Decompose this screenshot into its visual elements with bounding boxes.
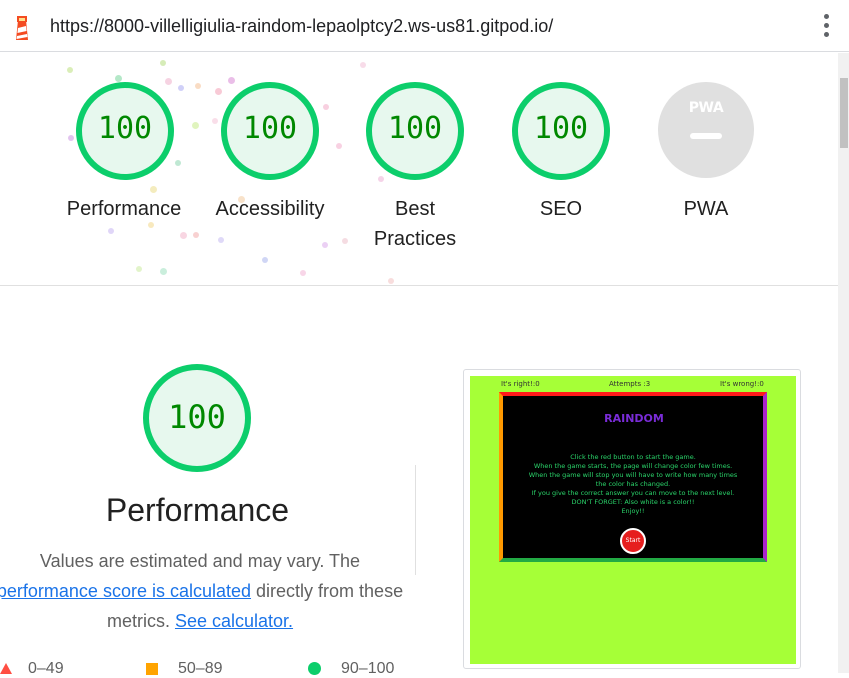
gauge-label: Best Practices: [373, 198, 457, 250]
screenshot-attempts-counter: Attempts :3: [609, 380, 650, 388]
gauge-label: Accessibility: [215, 198, 325, 220]
gauge-label: PWA: [683, 198, 729, 220]
start-button: Start: [620, 528, 646, 554]
gauge-score: 100: [97, 111, 153, 146]
desc-prefix: Values are estimated and may vary. The: [39, 551, 361, 571]
wrong-value: 0: [759, 380, 764, 388]
legend-pass-label: 90–100: [341, 660, 395, 677]
game-logo: RAINDOM: [604, 412, 664, 425]
address-bar: https://8000-villelligiulia-raindom-lepa…: [0, 0, 849, 52]
more-vert-icon[interactable]: [818, 14, 834, 42]
legend-fail: 0–49: [0, 660, 64, 678]
see-calculator-link[interactable]: See calculator.: [175, 611, 293, 631]
gauge-label: SEO: [539, 198, 583, 220]
pwa-dash-icon: [690, 133, 722, 139]
instruction-line: Click the red button to start the game.: [570, 453, 696, 461]
wrong-label: It's wrong!:: [720, 380, 760, 388]
section-divider: [0, 285, 838, 286]
scrollbar-thumb[interactable]: [840, 78, 848, 148]
instruction-line: When the game will stop you will have to…: [528, 471, 738, 479]
url-text[interactable]: https://8000-villelligiulia-raindom-lepa…: [50, 16, 553, 37]
pass-circle-icon: [308, 662, 321, 676]
instruction-line: the color has changed.: [595, 480, 671, 488]
attempts-label: Attempts :: [609, 380, 646, 388]
legend-average-label: 50–89: [178, 660, 223, 677]
gauge-score: 100: [533, 111, 589, 146]
score-calculated-link[interactable]: performance score is calculated: [0, 581, 251, 601]
instruction-line: When the game starts, the page will chan…: [533, 462, 733, 470]
screenshot-right-counter: It's right!:0: [501, 380, 540, 388]
gauge-score: 100: [242, 111, 298, 146]
pwa-badge-text: PWA: [688, 100, 724, 116]
performance-description: Values are estimated and may vary. The p…: [0, 546, 420, 636]
legend-fail-label: 0–49: [28, 660, 64, 677]
performance-score: 100: [168, 398, 226, 436]
performance-title: Performance: [105, 492, 290, 528]
lighthouse-icon: [16, 16, 28, 40]
game-instructions: Click the red button to start the game. …: [505, 453, 761, 516]
instruction-line: If you give the correct answer you can m…: [531, 489, 735, 497]
right-value: 0: [535, 380, 540, 388]
instruction-line: DON'T FORGET: Also white is a color!!: [571, 498, 695, 506]
legend-pass: 90–100: [308, 660, 394, 678]
attempts-value: 3: [645, 380, 651, 388]
gauge-score: 100: [387, 111, 443, 146]
screenshot-wrong-counter: It's wrong!:0: [720, 380, 764, 388]
vertical-divider: [415, 465, 416, 575]
right-label: It's right!:: [501, 380, 536, 388]
legend-average: 50–89: [146, 660, 223, 678]
pwa-badge-icon: [658, 82, 754, 178]
gauge-label: Performance: [66, 198, 182, 220]
instruction-line: Enjoy!!: [621, 507, 645, 515]
